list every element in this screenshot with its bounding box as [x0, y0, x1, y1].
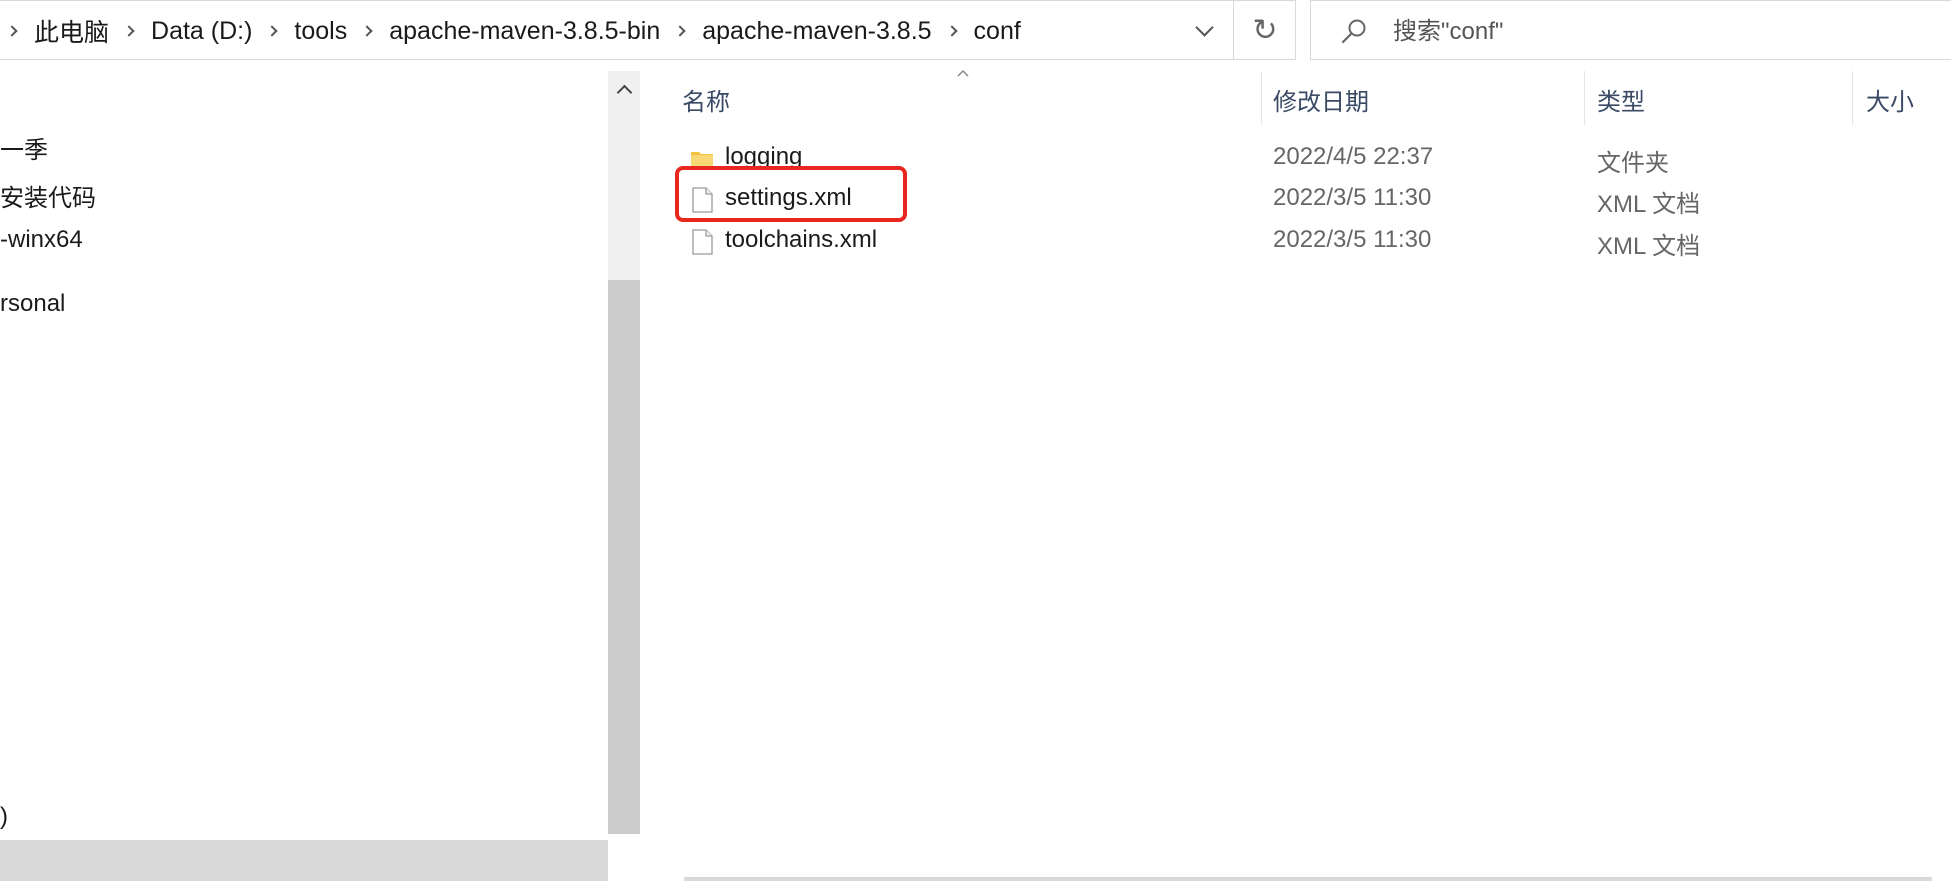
file-row-settings-xml[interactable]: settings.xml 2022/3/5 11:30 XML 文档: [648, 178, 1951, 220]
chevron-right-icon[interactable]: [946, 24, 960, 38]
nav-item[interactable]: rsonal: [0, 290, 65, 318]
file-type: XML 文档: [1597, 191, 1701, 218]
chevron-down-icon: [1194, 17, 1214, 37]
document-icon: [692, 187, 713, 213]
file-type: XML 文档: [1597, 233, 1701, 260]
column-header-size[interactable]: 大小: [1866, 71, 1951, 127]
breadcrumb: 此电脑 Data (D:) tools apache-maven-3.8.5-b…: [0, 1, 1029, 61]
breadcrumb-data-drive[interactable]: Data (D:): [143, 17, 260, 46]
refresh-button[interactable]: ↻: [1234, 1, 1296, 59]
breadcrumb-this-pc[interactable]: 此电脑: [26, 13, 117, 49]
file-name: toolchains.xml: [725, 226, 878, 253]
column-divider[interactable]: [1584, 71, 1585, 125]
nav-item[interactable]: ): [0, 803, 8, 831]
document-icon: [692, 229, 713, 255]
address-history-dropdown[interactable]: [1176, 1, 1232, 59]
nav-scrollbar[interactable]: [608, 71, 640, 834]
breadcrumb-maven-bin[interactable]: apache-maven-3.8.5-bin: [381, 17, 668, 46]
scroll-up-button[interactable]: [608, 71, 640, 107]
chevron-right-icon[interactable]: [6, 24, 20, 38]
file-name: settings.xml: [725, 184, 852, 211]
search-box[interactable]: [1310, 0, 1951, 60]
chevron-right-icon[interactable]: [266, 24, 280, 38]
column-divider[interactable]: [1852, 71, 1853, 125]
file-type: 文件夹: [1597, 150, 1669, 177]
chevron-right-icon[interactable]: [123, 24, 137, 38]
file-date: 2022/3/5 11:30: [1273, 226, 1432, 253]
nav-item[interactable]: -winx64: [0, 226, 83, 254]
file-date: 2022/3/5 11:30: [1273, 184, 1432, 211]
column-header-name[interactable]: 名称: [682, 71, 1262, 127]
file-row-toolchains-xml[interactable]: toolchains.xml 2022/3/5 11:30 XML 文档: [648, 220, 1951, 262]
nav-item[interactable]: 一季: [0, 130, 48, 165]
search-icon: [1341, 19, 1366, 44]
nav-item[interactable]: 安装代码: [0, 178, 96, 213]
refresh-icon: ↻: [1252, 13, 1278, 47]
address-bar[interactable]: 此电脑 Data (D:) tools apache-maven-3.8.5-b…: [0, 0, 1296, 60]
chevron-right-icon[interactable]: [674, 24, 688, 38]
scrollbar-thumb[interactable]: [608, 280, 640, 834]
column-header-type[interactable]: 类型: [1597, 71, 1852, 127]
breadcrumb-maven[interactable]: apache-maven-3.8.5: [694, 17, 939, 46]
nav-item-selected[interactable]: [0, 840, 608, 881]
folder-icon: [691, 152, 713, 168]
file-row-logging[interactable]: logging 2022/4/5 22:37 文件夹: [648, 137, 1951, 179]
column-header-date[interactable]: 修改日期: [1273, 71, 1583, 127]
search-input[interactable]: [1391, 11, 1895, 53]
chevron-right-icon[interactable]: [361, 24, 375, 38]
horizontal-scrollbar[interactable]: [684, 877, 1932, 881]
chevron-up-icon: [616, 84, 632, 100]
breadcrumb-conf[interactable]: conf: [966, 17, 1029, 46]
breadcrumb-tools[interactable]: tools: [286, 17, 355, 46]
file-name: logging: [725, 143, 803, 170]
file-date: 2022/4/5 22:37: [1273, 143, 1434, 170]
column-divider[interactable]: [1261, 71, 1262, 125]
